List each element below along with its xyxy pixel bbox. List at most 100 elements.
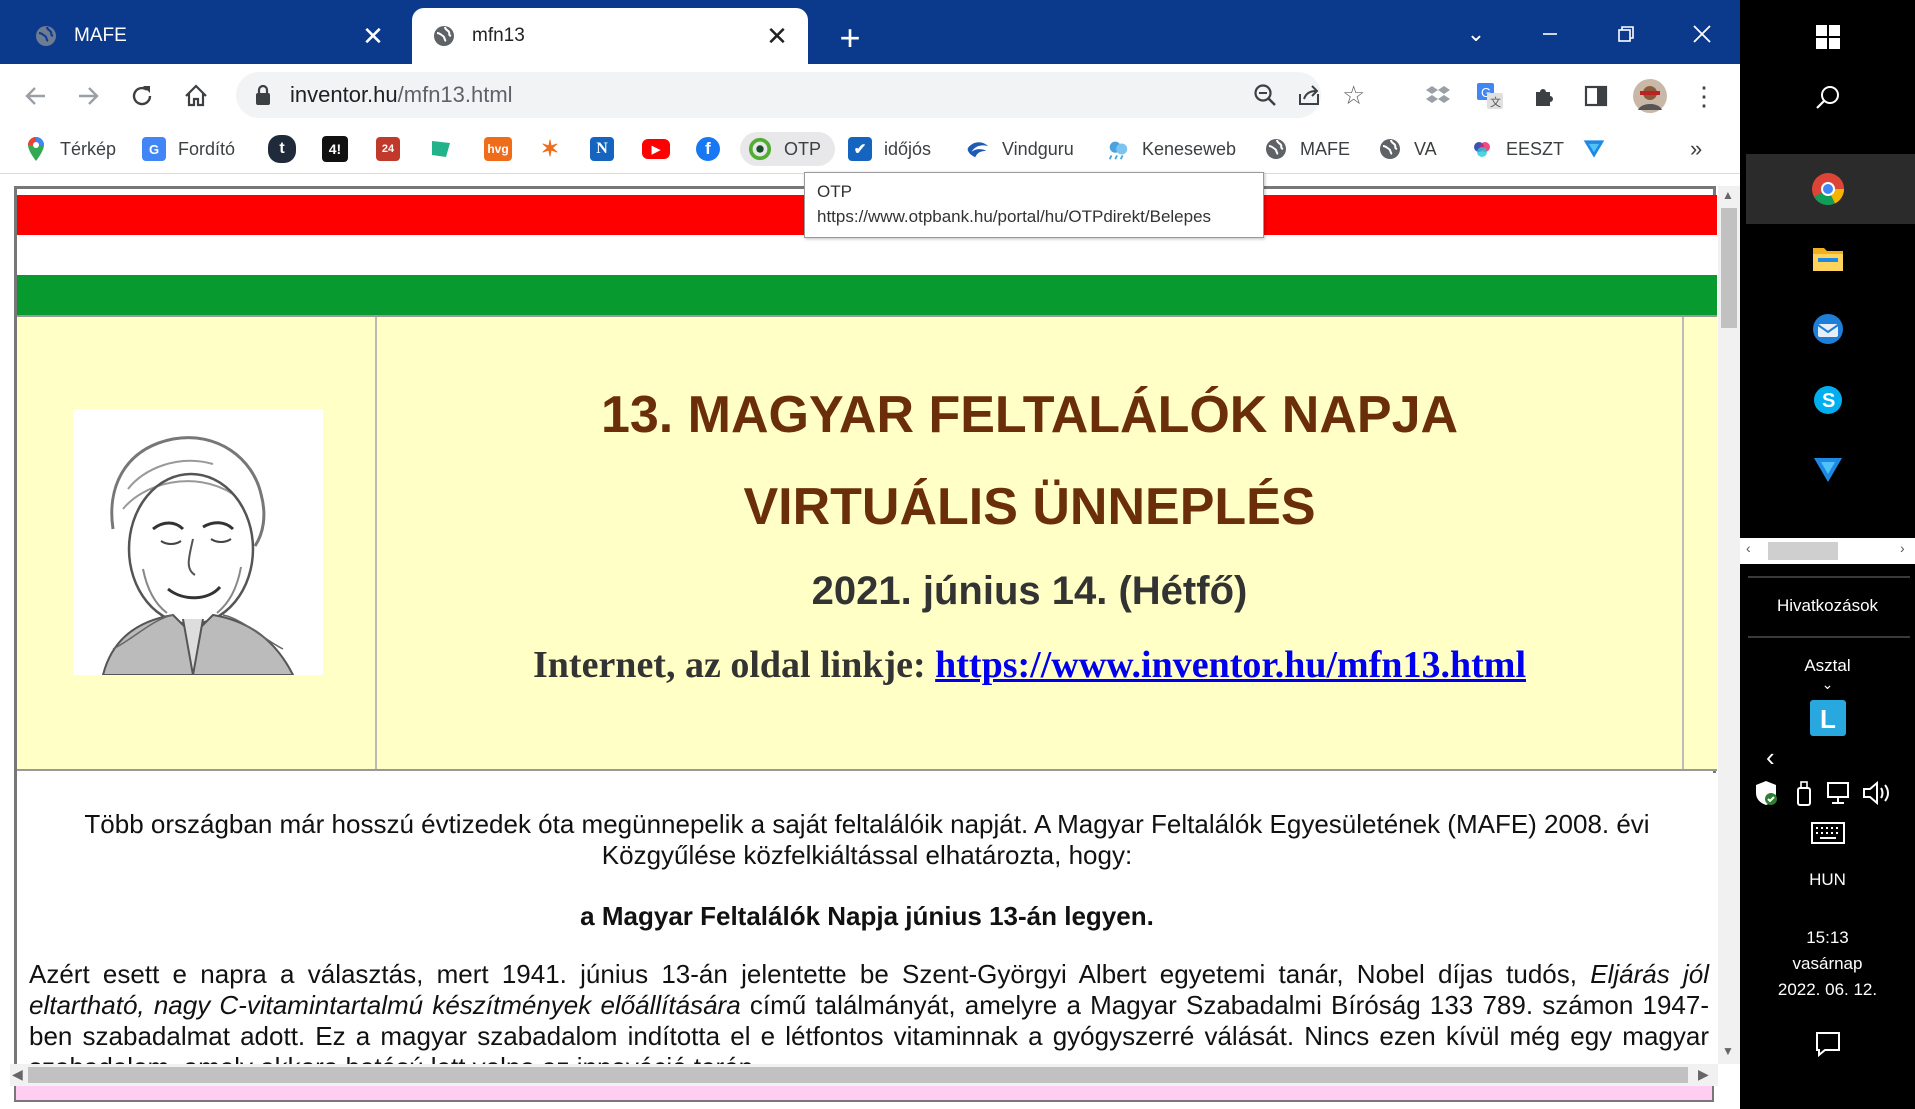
bookmark-idojos[interactable]: ✔ időjós bbox=[848, 132, 931, 166]
back-icon[interactable] bbox=[16, 76, 56, 116]
extensions-icon[interactable] bbox=[1524, 76, 1564, 116]
bookmark-n[interactable]: N bbox=[590, 132, 626, 166]
zoom-icon[interactable] bbox=[1252, 82, 1278, 113]
vertical-scroll-thumb[interactable] bbox=[1721, 208, 1737, 328]
bookmark-mafe[interactable]: MAFE bbox=[1264, 132, 1350, 166]
security-shield-icon[interactable] bbox=[1754, 780, 1778, 806]
side-panel-icon[interactable] bbox=[1576, 76, 1616, 116]
bookmark-vindguru[interactable]: Vindguru bbox=[966, 132, 1074, 166]
scroll-up-icon[interactable]: ▲ bbox=[1722, 188, 1734, 202]
bookmark-hvg[interactable]: hvg bbox=[484, 132, 524, 166]
windows-start-icon[interactable] bbox=[1815, 24, 1841, 50]
bookmark-fordito[interactable]: G Fordító bbox=[142, 132, 235, 166]
bookmark-facebook[interactable]: f bbox=[696, 132, 732, 166]
horizontal-scrollbar[interactable]: ◀ ▶ bbox=[10, 1064, 1718, 1086]
close-window-icon[interactable] bbox=[1672, 14, 1732, 54]
tab-title: mfn13 bbox=[472, 25, 525, 46]
search-icon[interactable] bbox=[1815, 84, 1841, 110]
clock-time[interactable]: 15:13 bbox=[1740, 928, 1915, 948]
bookmark-triangle-logo[interactable] bbox=[1582, 132, 1618, 166]
bookmark-label: Térkép bbox=[60, 138, 117, 159]
restore-icon[interactable] bbox=[1596, 14, 1656, 54]
usb-icon[interactable] bbox=[1794, 780, 1814, 806]
address-bar[interactable]: inventor.hu/mfn13.html ☆ bbox=[236, 72, 1365, 118]
page-subtitle: VIRTUÁLIS ÜNNEPLÉS bbox=[743, 478, 1316, 536]
bookmark-terkep[interactable]: Térkép bbox=[24, 132, 116, 166]
file-explorer-icon[interactable] bbox=[1812, 244, 1844, 272]
home-icon[interactable] bbox=[176, 76, 216, 116]
bookmark-444[interactable]: 4! bbox=[322, 132, 360, 166]
event-date: 2021. június 14. (Hétfő) bbox=[811, 569, 1248, 613]
globe-icon bbox=[432, 24, 456, 48]
minimize-icon[interactable] bbox=[1520, 14, 1580, 54]
taskbar-scroll-thumb[interactable] bbox=[1768, 542, 1838, 560]
clock-date[interactable]: 2022. 06. 12. bbox=[1740, 980, 1915, 1000]
separator bbox=[1748, 576, 1910, 578]
google-translate-icon[interactable]: G文 bbox=[1470, 76, 1510, 116]
skype-icon[interactable]: S bbox=[1812, 384, 1844, 416]
bookmark-otp[interactable]: OTP bbox=[740, 132, 836, 166]
bookmark-star-burst[interactable]: ✶ bbox=[538, 132, 574, 166]
bookmark-label: időjós bbox=[884, 138, 932, 159]
chevron-right-icon[interactable]: › bbox=[1900, 540, 1905, 556]
bookmarks-bar: Térkép G Fordító t 4! 24 hvg ✶ N ▶ f OTP… bbox=[0, 124, 1740, 174]
new-tab-button[interactable]: + bbox=[830, 18, 870, 58]
input-language[interactable]: HUN bbox=[1740, 870, 1915, 890]
youtube-icon: ▶ bbox=[642, 139, 670, 159]
triangle-logo-icon bbox=[1582, 137, 1606, 161]
bookmark-eeszt[interactable]: EESZT bbox=[1470, 132, 1564, 166]
notification-center-icon[interactable] bbox=[1814, 1030, 1842, 1058]
scroll-right-icon[interactable]: ▶ bbox=[1698, 1066, 1709, 1083]
forward-icon[interactable] bbox=[68, 76, 108, 116]
scroll-down-icon[interactable]: ▼ bbox=[1722, 1044, 1734, 1058]
scroll-left-icon[interactable]: ◀ bbox=[12, 1066, 23, 1083]
chrome-icon[interactable] bbox=[1811, 172, 1845, 206]
lock-icon[interactable] bbox=[254, 84, 272, 111]
share-icon[interactable] bbox=[1296, 82, 1322, 113]
tab-search-icon[interactable]: ⌄ bbox=[1446, 14, 1506, 54]
double-chevron-down-icon[interactable]: ⌄ bbox=[1740, 676, 1915, 693]
taskbar-scrollbar[interactable]: ‹ › bbox=[1740, 538, 1915, 564]
close-tab-icon[interactable]: ✕ bbox=[760, 19, 794, 53]
bookmark-label: Fordító bbox=[178, 138, 236, 159]
profile-avatar-icon[interactable] bbox=[1630, 76, 1670, 116]
chevron-left-icon[interactable]: ‹ bbox=[1766, 742, 1775, 773]
24hu-icon: 24 bbox=[376, 137, 400, 161]
weather-icon bbox=[1106, 137, 1130, 161]
history-paragraph: Azért esett e napra a választás, mert 19… bbox=[29, 959, 1709, 1064]
bookmark-youtube[interactable]: ▶ bbox=[642, 132, 682, 166]
menu-kebab-icon[interactable]: ⋮ bbox=[1684, 76, 1724, 116]
otp-icon bbox=[748, 137, 772, 161]
horizontal-scroll-thumb[interactable] bbox=[28, 1067, 1688, 1083]
network-icon[interactable] bbox=[1826, 780, 1854, 806]
intro-paragraph: Több országban már hosszú évtizedek óta … bbox=[84, 809, 1650, 870]
thunderbird-icon[interactable] bbox=[1811, 312, 1845, 346]
dropbox-icon[interactable] bbox=[1418, 76, 1458, 116]
touch-keyboard-icon[interactable] bbox=[1810, 822, 1845, 844]
page-footer-bar bbox=[14, 1086, 1714, 1102]
tab-mafe[interactable]: MAFE ✕ bbox=[14, 8, 404, 64]
desktop-toolbar-label[interactable]: Asztal bbox=[1740, 656, 1915, 676]
triangle-app-icon[interactable] bbox=[1812, 454, 1844, 484]
clock-day[interactable]: vasárnap bbox=[1740, 954, 1915, 974]
tab-mfn13[interactable]: mfn13 ✕ bbox=[412, 8, 808, 64]
link-prefix: Internet, az oldal linkje: bbox=[533, 644, 926, 686]
bookmark-star-icon[interactable]: ☆ bbox=[1342, 80, 1365, 111]
close-tab-icon[interactable]: ✕ bbox=[356, 19, 390, 53]
bookmark-24hu[interactable]: 24 bbox=[376, 132, 412, 166]
page-link-line: Internet, az oldal linkje: https://www.i… bbox=[377, 643, 1682, 687]
bookmark-telex[interactable]: t bbox=[268, 132, 308, 166]
links-toolbar-label[interactable]: Hivatkozások bbox=[1740, 596, 1915, 616]
bookmark-keneseweb[interactable]: Keneseweb bbox=[1106, 132, 1236, 166]
reload-icon[interactable] bbox=[122, 76, 162, 116]
bookmark-flag[interactable] bbox=[430, 132, 466, 166]
page-viewport[interactable]: 13. MAGYAR FELTALÁLÓK NAPJA VIRTUÁLIS ÜN… bbox=[10, 186, 1718, 1064]
vertical-scrollbar[interactable]: ▲ ▼ bbox=[1718, 186, 1740, 1064]
chevron-left-icon[interactable]: ‹ bbox=[1746, 540, 1751, 556]
more-bookmarks-icon[interactable]: » bbox=[1690, 132, 1702, 166]
l-app-icon[interactable]: L bbox=[1809, 700, 1846, 736]
page-url-link[interactable]: https://www.inventor.hu/mfn13.html bbox=[935, 644, 1526, 686]
bookmark-va[interactable]: VA bbox=[1378, 132, 1437, 166]
volume-icon[interactable] bbox=[1862, 780, 1890, 806]
url-text[interactable]: inventor.hu/mfn13.html bbox=[290, 82, 513, 108]
